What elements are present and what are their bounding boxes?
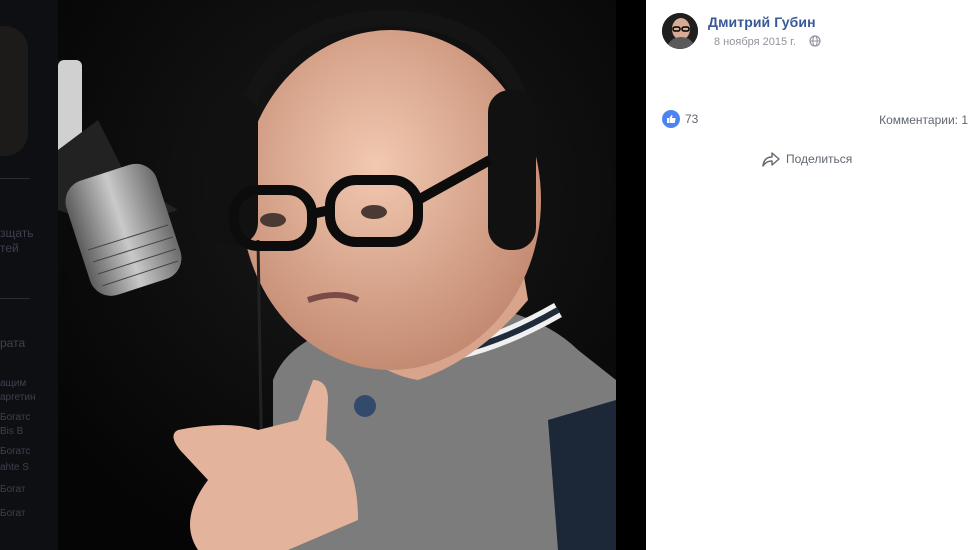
author-avatar[interactable] bbox=[662, 13, 698, 49]
like-reaction-icon bbox=[662, 110, 680, 128]
share-label: Поделиться bbox=[786, 152, 853, 166]
background-text: Богат bbox=[0, 484, 26, 495]
post-timestamp[interactable]: 8 ноября 2015 г. bbox=[714, 36, 796, 48]
post-photo[interactable] bbox=[58, 0, 616, 550]
photo-illustration bbox=[58, 0, 616, 550]
background-divider bbox=[0, 178, 30, 179]
background-divider bbox=[0, 298, 30, 299]
background-text: Богатс bbox=[0, 412, 31, 423]
background-text: Богат bbox=[0, 508, 26, 519]
comments-count-link[interactable]: Комментарии: 1 bbox=[879, 113, 968, 127]
background-text: Богатс bbox=[0, 446, 31, 457]
background-text: аргетин bbox=[0, 392, 36, 403]
viewer-divider bbox=[616, 0, 646, 550]
background-page-strip: зщать тей рата ащим аргетин Богатс Bis B… bbox=[0, 0, 58, 550]
globe-icon bbox=[809, 35, 821, 47]
background-text: ащим bbox=[0, 378, 27, 389]
like-count: 73 bbox=[685, 112, 699, 126]
background-text: Bis B bbox=[0, 426, 24, 437]
author-name[interactable]: Дмитрий Губин bbox=[708, 14, 816, 30]
background-text: ahte S bbox=[0, 462, 29, 473]
share-arrow-icon bbox=[762, 152, 780, 167]
share-button[interactable]: Поделиться bbox=[762, 151, 852, 167]
background-text: рата bbox=[0, 336, 26, 350]
background-avatar bbox=[0, 26, 28, 156]
background-text: тей bbox=[0, 241, 19, 255]
post-info-panel: Дмитрий Губин 8 ноября 2015 г. 73 Коммен… bbox=[646, 0, 978, 550]
background-text: зщать bbox=[0, 226, 34, 240]
reaction-summary[interactable]: 73 bbox=[662, 110, 698, 128]
